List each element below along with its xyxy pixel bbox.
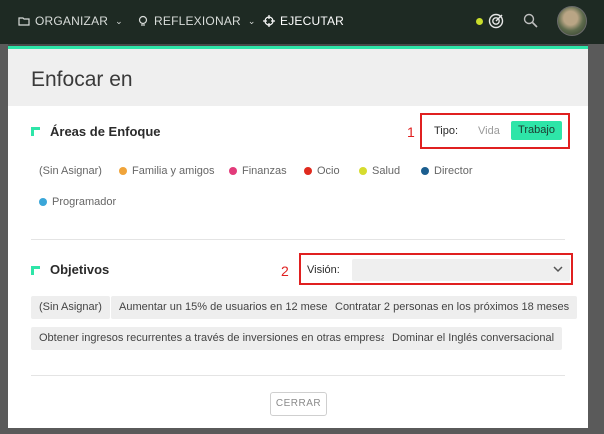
status-dot [476,18,483,25]
backdrop-right [588,44,604,434]
folder-icon [18,17,30,26]
close-button[interactable]: CERRAR [270,392,327,416]
area-tag-sin-asignar[interactable]: (Sin Asignar) [39,165,102,177]
area-tag-director[interactable]: Director [421,165,473,177]
lightbulb-icon [138,15,148,26]
area-tag-salud[interactable]: Salud [359,165,400,177]
search-icon[interactable] [523,13,538,28]
nav-organizar-label: ORGANIZAR [35,14,109,28]
objetivo-chip[interactable]: Obtener ingresos recurrentes a través de… [31,327,401,350]
nav-ejecutar-label: EJECUTAR [280,14,345,28]
tipo-option-vida[interactable]: Vida [478,125,500,137]
crosshair-icon [263,15,275,27]
nav-ejecutar[interactable]: EJECUTAR [263,14,344,28]
area-color-dot [359,167,367,175]
annotation-number-1: 1 [407,124,415,140]
area-tag-familia[interactable]: Familia y amigos [119,165,215,177]
objetivos-section-title: Objetivos [50,262,110,277]
tipo-option-trabajo[interactable]: Trabajo [511,121,562,140]
avatar[interactable] [557,6,587,36]
area-color-dot [39,198,47,206]
section-marker-icon [31,127,40,136]
objetivo-chip[interactable]: Contratar 2 personas en los próximos 18 … [327,296,578,319]
chevron-down-icon: ⌄ [115,15,123,26]
area-tag-label: (Sin Asignar) [39,165,102,177]
section-divider [31,239,565,240]
area-color-dot [119,167,127,175]
area-tag-label: Familia y amigos [132,165,215,177]
area-color-dot [304,167,312,175]
area-tag-label: Salud [372,165,401,177]
area-color-dot [229,167,237,175]
area-tag-programador[interactable]: Programador [39,196,116,208]
area-tag-label: Director [434,165,473,177]
nav-reflexionar-label: REFLEXIONAR [154,14,241,28]
focus-modal: Enfocar en Áreas de Enfoque 1 Tipo: Vida… [8,46,588,428]
vision-select[interactable] [352,259,570,281]
tipo-label: Tipo: [434,125,459,137]
area-tag-label: Programador [52,196,117,208]
vision-label: Visión: [307,264,340,276]
chevron-down-icon: ⌄ [247,15,256,26]
section-marker-icon [31,266,40,275]
area-tag-finanzas[interactable]: Finanzas [229,165,287,177]
objetivo-chip[interactable]: (Sin Asignar) [31,296,110,319]
objetivo-chip[interactable]: Aumentar un 15% de usuarios en 12 meses [111,296,342,319]
top-nav-bar: ORGANIZAR ⌄ REFLEXIONAR ⌄ EJECUTAR [0,0,604,44]
area-tag-ocio[interactable]: Ocio [304,165,340,177]
area-color-dot [421,167,429,175]
modal-header: Enfocar en [8,49,588,106]
backdrop-left [0,44,8,434]
backdrop-bottom [0,428,604,434]
modal-title: Enfocar en [31,68,133,91]
annotation-number-2: 2 [281,263,289,279]
nav-reflexionar[interactable]: REFLEXIONAR ⌄ [137,14,256,28]
area-tag-label: Ocio [317,165,340,177]
objetivo-chip[interactable]: Dominar el Inglés conversacional [384,327,563,350]
areas-section-title: Áreas de Enfoque [50,124,161,139]
chevron-down-icon[interactable] [552,263,564,275]
footer-divider [31,375,565,376]
nav-organizar[interactable]: ORGANIZAR ⌄ [18,14,123,28]
target-icon[interactable] [488,13,504,29]
area-tag-label: Finanzas [242,165,287,177]
